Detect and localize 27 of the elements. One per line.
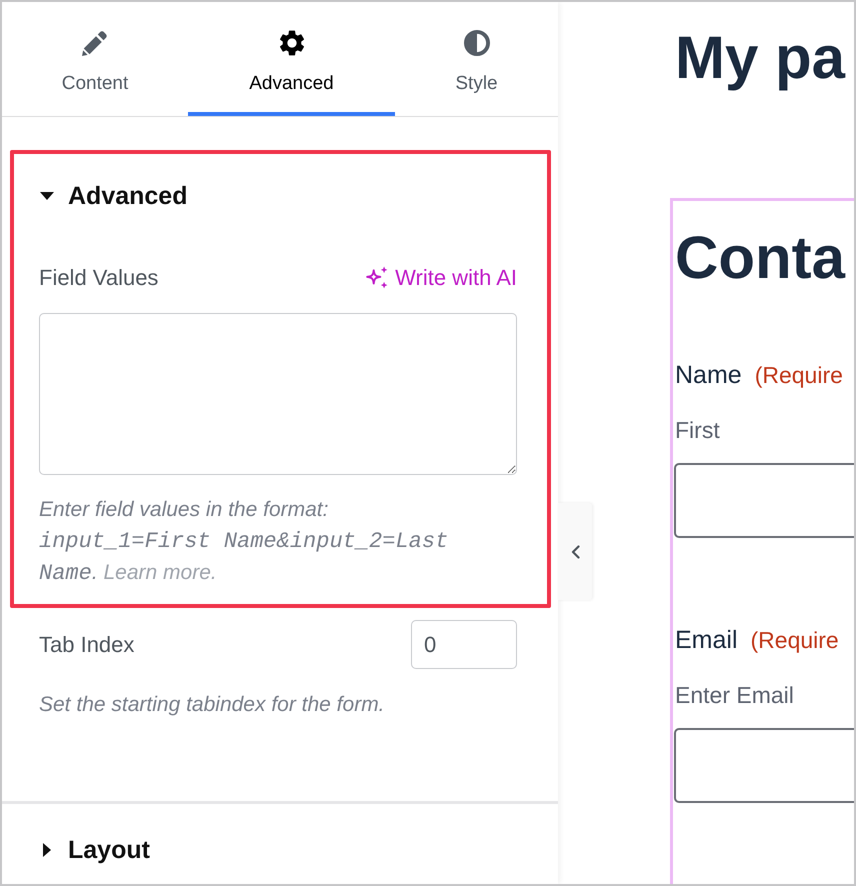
page-title: My pa: [675, 23, 846, 93]
chevron-left-icon: [570, 544, 580, 558]
form-title: Conta: [675, 223, 845, 293]
field-label: Name: [675, 360, 742, 390]
write-with-ai-link[interactable]: Write with AI: [365, 264, 517, 292]
number-input-field[interactable]: 0: [411, 620, 517, 669]
help-text: Set the starting tabindex for the form.: [39, 692, 386, 718]
required-note: (Require: [750, 626, 839, 655]
section-header[interactable]: Advanced: [39, 181, 188, 211]
text-input-field[interactable]: [674, 463, 854, 538]
field-label: Tab Index: [39, 630, 134, 658]
half-circle-icon: [464, 30, 490, 56]
pencil-icon: [82, 30, 108, 56]
gear-icon: [278, 30, 304, 56]
tab[interactable]: Style: [395, 2, 558, 116]
section-header[interactable]: Layout: [39, 835, 150, 865]
sparkle-icon: [365, 266, 390, 290]
help-text: Enter field values in the format: input_1=First Name&input_2=Last Name. Learn more.: [39, 497, 450, 588]
field-label: Email: [675, 625, 738, 655]
tab[interactable]: Advanced: [188, 2, 395, 116]
tab[interactable]: Content: [2, 2, 188, 116]
text-input-field[interactable]: [674, 728, 854, 803]
required-note: (Require: [754, 361, 843, 390]
sub-label: First: [675, 416, 720, 444]
sub-label: Enter Email: [675, 681, 794, 709]
field-label: Field Values: [39, 264, 158, 292]
textarea-field[interactable]: [39, 313, 517, 475]
